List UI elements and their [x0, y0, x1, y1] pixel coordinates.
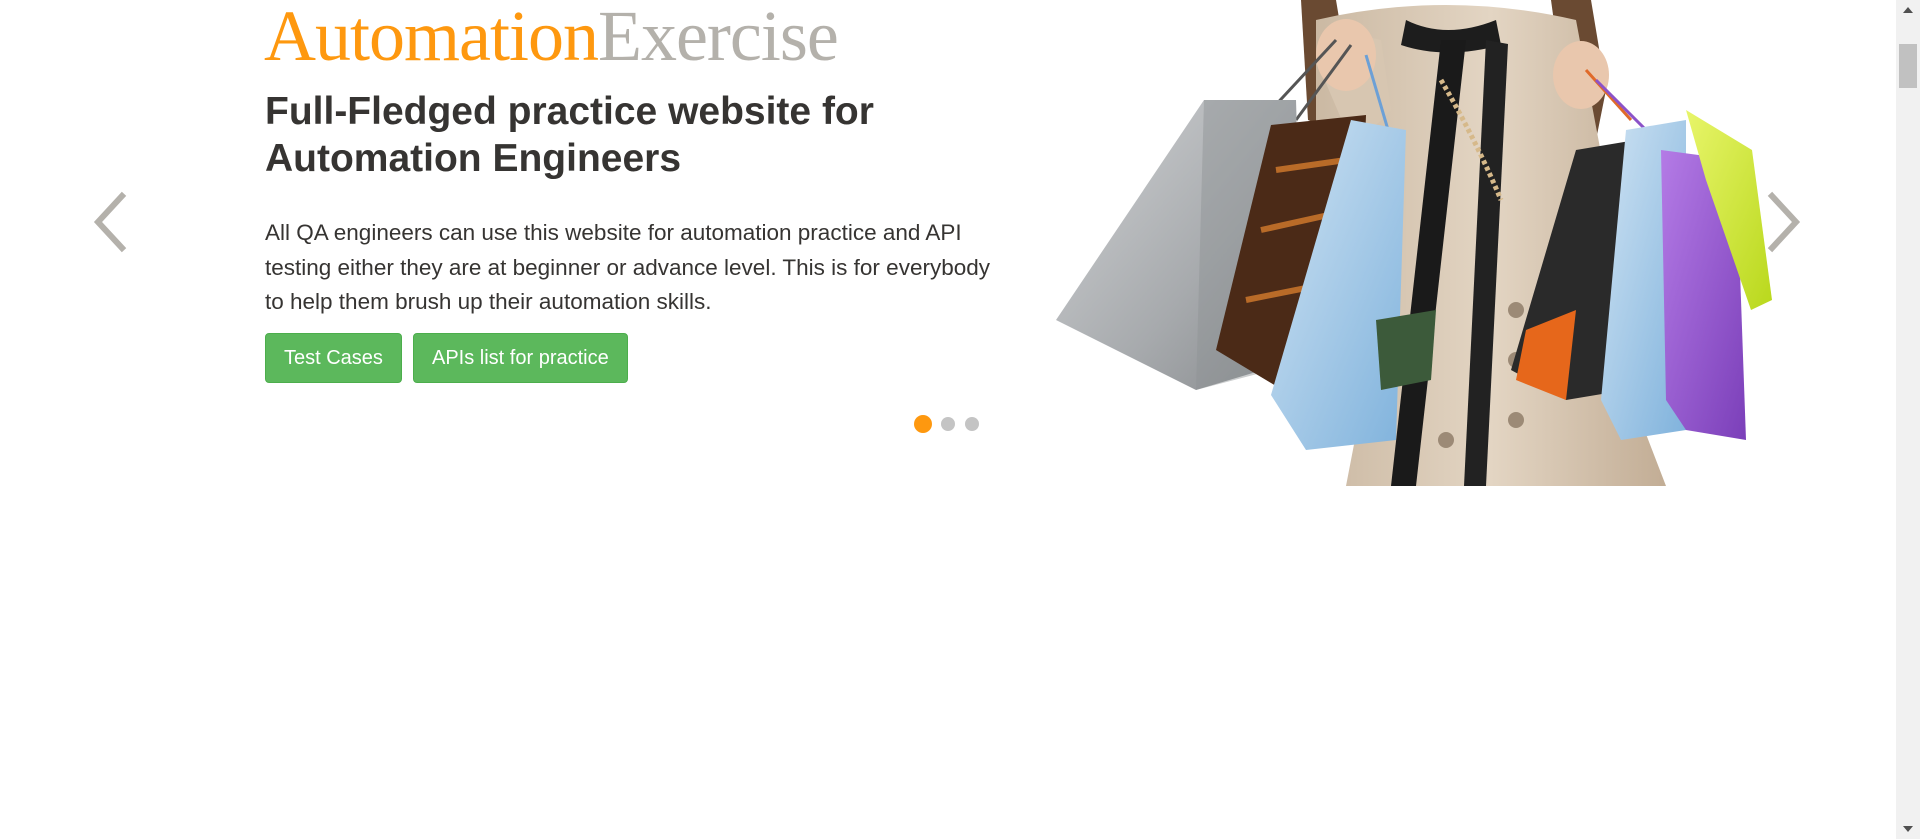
scroll-up-button[interactable]	[1896, 0, 1920, 20]
brand-logo-text: AutomationExercise	[264, 0, 839, 76]
slide-description: All QA engineers can use this website fo…	[265, 220, 990, 314]
test-cases-button[interactable]: Test Cases	[265, 333, 402, 383]
scrollbar-thumb[interactable]	[1899, 44, 1917, 88]
carousel-prev-button[interactable]	[88, 190, 132, 254]
slide-headline: Full-Fledged practice website for Automa…	[265, 90, 874, 180]
triangle-up-icon	[1903, 7, 1913, 13]
carousel-next-button[interactable]	[1762, 190, 1806, 254]
apis-list-button[interactable]: APIs list for practice	[413, 333, 628, 383]
scroll-down-button[interactable]	[1896, 819, 1920, 839]
carousel-indicator-1[interactable]	[914, 415, 932, 433]
hero-carousel: AutomationExercise Full-Fledged practice…	[0, 0, 1896, 500]
triangle-down-icon	[1903, 826, 1913, 832]
chevron-left-icon	[93, 191, 127, 253]
hero-shopping-bags-image	[1056, 0, 1772, 486]
brand-name-part-exercise: Exercise	[597, 0, 839, 76]
page: AutomationExercise Full-Fledged practice…	[0, 0, 1920, 839]
chevron-right-icon	[1767, 191, 1801, 253]
carousel-indicator-2[interactable]	[941, 417, 955, 431]
brand-name-part-automation: Automation	[264, 0, 599, 76]
vertical-scrollbar[interactable]	[1896, 0, 1920, 839]
carousel-indicator-3[interactable]	[965, 417, 979, 431]
